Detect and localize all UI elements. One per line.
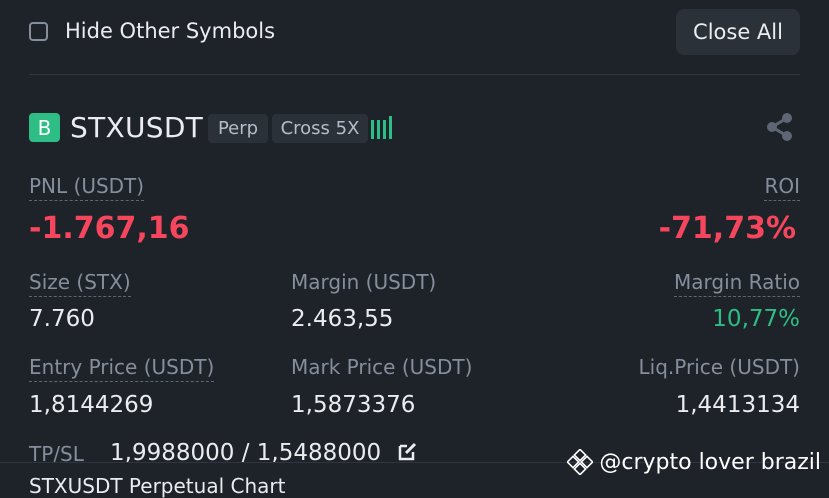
pnl-value: -1.767,16 — [29, 211, 190, 246]
roi-label: ROI — [764, 173, 800, 201]
pnl-label: PNL (USDT) — [29, 173, 145, 201]
watermark-text: @crypto lover brazil — [599, 449, 821, 475]
size-value: 7.760 — [29, 306, 95, 332]
hide-other-symbols-label[interactable]: Hide Other Symbols — [65, 19, 275, 43]
tpsl-label: TP/SL — [29, 442, 84, 466]
next-item-partial: STXUSDT Perpetual Chart — [29, 474, 286, 498]
edit-icon[interactable] — [397, 441, 418, 462]
size-label: Size (STX) — [29, 269, 131, 297]
margin-mode-tag[interactable]: Cross 5X — [272, 114, 368, 143]
liq-price-label: Liq.Price (USDT) — [638, 355, 800, 379]
position-symbol[interactable]: STXUSDT — [70, 111, 203, 144]
close-all-button[interactable]: Close All — [676, 9, 800, 55]
watermark: @crypto lover brazil — [567, 447, 821, 477]
margin-ratio-label: Margin Ratio — [673, 269, 800, 297]
exchange-badge: B — [29, 113, 60, 142]
margin-ratio-value: 10,77% — [712, 306, 800, 332]
liq-price-value: 1,4413134 — [675, 392, 800, 418]
hide-other-symbols-checkbox[interactable] — [29, 22, 48, 41]
contract-type-tag: Perp — [208, 114, 268, 143]
position-header: B STXUSDT Perp Cross 5X — [29, 111, 800, 145]
diamond-logo-icon — [567, 449, 594, 475]
margin-label: Margin (USDT) — [291, 270, 437, 294]
margin-value: 2.463,55 — [291, 306, 394, 332]
mark-price-value: 1,5873376 — [291, 392, 416, 418]
divider — [29, 74, 800, 75]
roi-value: -71,73% — [658, 211, 796, 246]
share-icon[interactable] — [765, 111, 795, 143]
signal-bars-icon — [371, 116, 397, 139]
entry-price-value: 1,8144269 — [29, 392, 154, 418]
entry-price-label: Entry Price (USDT) — [29, 354, 215, 382]
mark-price-label: Mark Price (USDT) — [291, 355, 473, 379]
top-bar: Hide Other Symbols Close All — [29, 9, 800, 57]
